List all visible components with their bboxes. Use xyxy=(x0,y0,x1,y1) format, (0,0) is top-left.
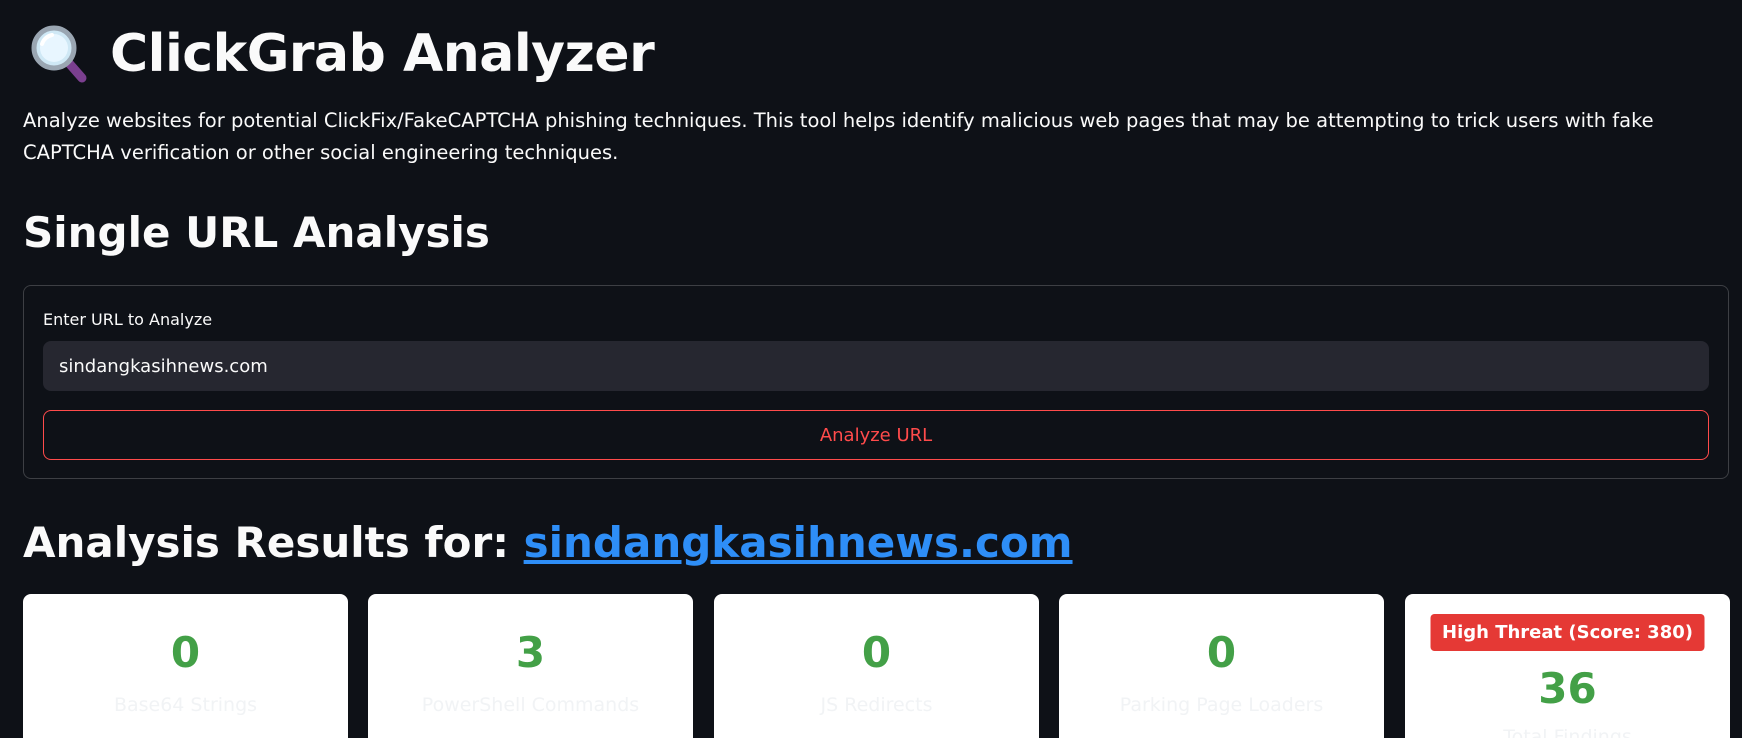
metric-card-parking-loaders: 0 Parking Page Loaders xyxy=(1059,594,1384,738)
app-title: ClickGrab Analyzer xyxy=(110,24,655,84)
metric-label: PowerShell Commands xyxy=(421,694,640,716)
results-url-link[interactable]: sindangkasihnews.com xyxy=(524,518,1073,567)
section-title-single-url: Single URL Analysis xyxy=(23,208,490,257)
results-title-prefix: Analysis Results for: xyxy=(23,518,524,567)
app-description: Analyze websites for potential ClickFix/… xyxy=(23,109,1654,164)
metric-label: Base64 Strings xyxy=(113,694,258,716)
metric-card-powershell: 3 PowerShell Commands xyxy=(368,594,693,738)
results-title: Analysis Results for: sindangkasihnews.c… xyxy=(23,518,1073,567)
metric-label: Total Findings xyxy=(1503,726,1632,738)
app-page: ClickGrab Analyzer Analyze websites for … xyxy=(0,0,1742,738)
metric-label: JS Redirects xyxy=(820,694,933,716)
magnifying-glass-icon xyxy=(31,25,87,83)
url-analysis-form: Enter URL to Analyze Analyze URL xyxy=(23,285,1729,479)
url-input[interactable] xyxy=(43,341,1709,391)
metric-value: 0 xyxy=(861,628,892,677)
metric-value: 0 xyxy=(1206,628,1237,677)
metric-value: 36 xyxy=(1538,664,1597,713)
metric-label: Parking Page Loaders xyxy=(1119,694,1324,716)
metric-card-base64: 0 Base64 Strings xyxy=(23,594,348,738)
url-input-label: Enter URL to Analyze xyxy=(43,310,213,329)
metric-value: 3 xyxy=(515,628,546,677)
analyze-url-button[interactable]: Analyze URL xyxy=(43,410,1709,460)
threat-badge: High Threat (Score: 380) xyxy=(1430,614,1705,651)
title-row: ClickGrab Analyzer xyxy=(28,16,655,92)
metric-value: 0 xyxy=(170,628,201,677)
metric-card-js-redirects: 0 JS Redirects xyxy=(714,594,1039,738)
metric-card-threat-score: High Threat (Score: 380) 36 Total Findin… xyxy=(1405,594,1730,738)
